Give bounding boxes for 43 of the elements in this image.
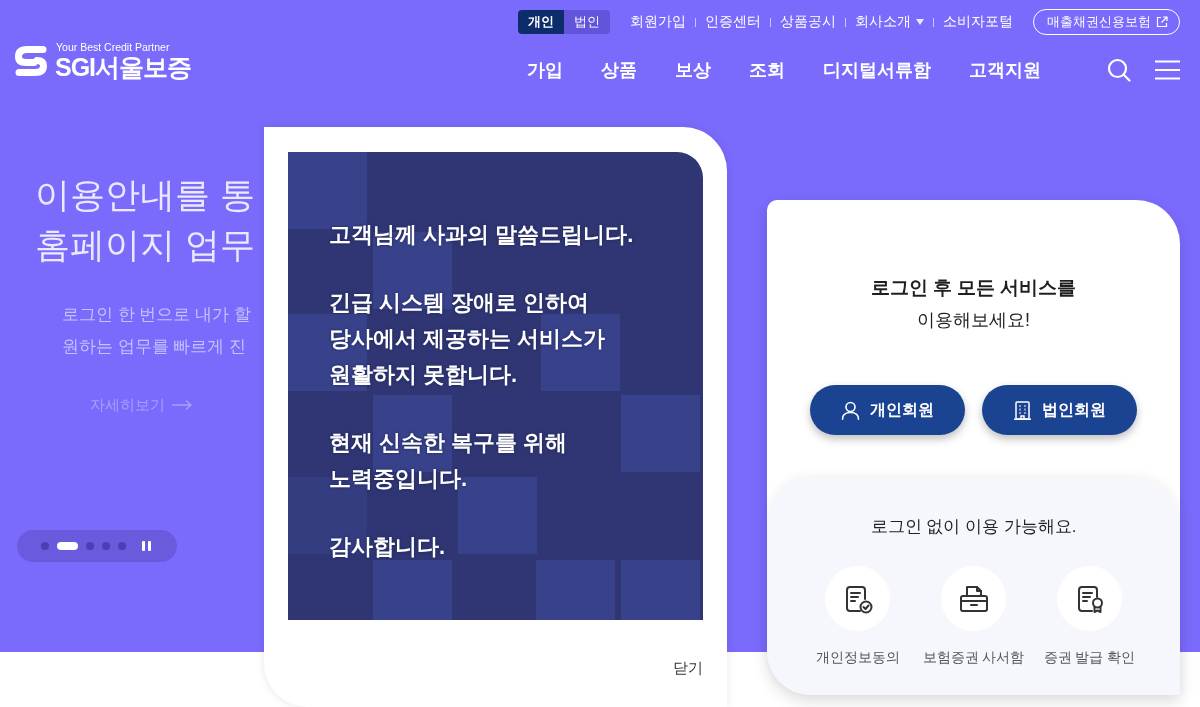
person-icon [841, 400, 860, 420]
service-link[interactable]: 증권 발급 확인 [1031, 566, 1148, 667]
logo-wordmark[interactable]: SGI서울보증 [55, 53, 192, 81]
notice-paragraph: 현재 신속한 복구를 위해 노력중입니다. [329, 429, 569, 493]
search-button[interactable] [1107, 58, 1131, 82]
member-login-button[interactable]: 개인회원 [810, 385, 965, 435]
login-title: 로그인 후 모든 서비스를 [870, 276, 1077, 300]
utility-link[interactable]: 상품공시 [780, 13, 836, 31]
nav-link[interactable]: 디지털서류함 [823, 58, 931, 82]
notice-paragraph: 감사합니다. [329, 533, 447, 561]
pause-button[interactable] [142, 541, 151, 551]
logo-tagline: Your Best Credit Partner [56, 41, 171, 53]
close-button[interactable]: 닫기 [673, 656, 703, 680]
external-link-icon [1156, 16, 1168, 28]
caret-icon [916, 19, 924, 25]
menu-button[interactable] [1155, 60, 1180, 80]
utility-link[interactable]: 소비자포털 [943, 13, 1013, 31]
nav-link[interactable]: 조회 [749, 58, 785, 82]
slide-dot[interactable] [41, 542, 49, 550]
arrow-right-icon [172, 400, 192, 410]
utility-link[interactable]: 회원가입 [630, 13, 686, 31]
building-icon [1013, 400, 1032, 420]
notice-paragraph: 긴급 시스템 장애로 인하여 당사에서 제공하는 서비스가 원활하지 못합니다. [329, 289, 607, 389]
slide-dot[interactable] [118, 542, 126, 550]
guest-title: 로그인 없이 이용 가능해요. [870, 516, 1077, 538]
hero-headline: 이용안내를 통 홈페이지 업무 [35, 174, 255, 266]
member-login-button[interactable]: 법인회원 [982, 385, 1137, 435]
logo-icon [14, 44, 48, 78]
nav-link[interactable]: 가입 [527, 58, 563, 82]
service-link[interactable]: 개인정보동의 [799, 566, 916, 667]
notice-paragraph: 고객님께 사과의 말씀드립니다. [329, 221, 635, 249]
hero-description: 로그인 한 번으로 내가 할 원하는 업무를 빠르게 진 [62, 304, 251, 358]
member-tab[interactable]: 법인 [564, 10, 610, 34]
utility-link[interactable]: 인증센터 [705, 13, 761, 31]
nav-link[interactable]: 고객지원 [969, 58, 1041, 82]
utility-link[interactable]: 회사소개 [855, 13, 924, 31]
slide-dot[interactable] [86, 542, 94, 550]
member-tab[interactable]: 개인 [518, 10, 564, 34]
service-link[interactable]: 보험증권 사서함 [915, 566, 1032, 667]
slide-dot[interactable] [102, 542, 110, 550]
nav-link[interactable]: 보상 [675, 58, 711, 82]
login-subtitle: 이용해보세요! [917, 309, 1030, 332]
nav-link[interactable]: 상품 [601, 58, 637, 82]
